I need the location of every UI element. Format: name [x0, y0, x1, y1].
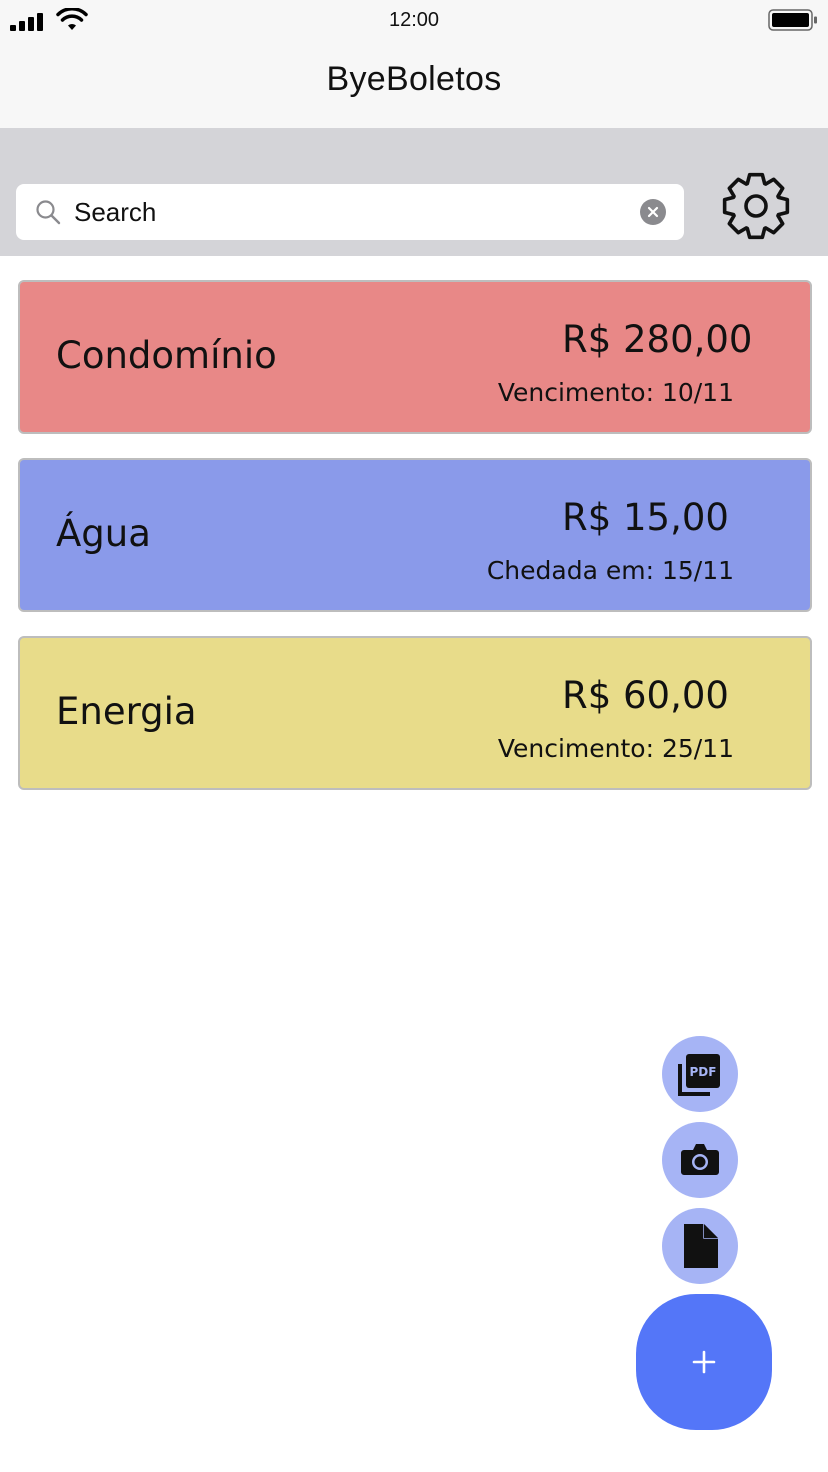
- bill-date: Vencimento: 25/11: [497, 734, 734, 763]
- bill-name: Condomínio: [56, 334, 277, 377]
- svg-text:PDF: PDF: [690, 1065, 717, 1079]
- search-icon: [36, 200, 61, 225]
- plus-icon: [692, 1350, 716, 1374]
- close-icon: [647, 206, 659, 218]
- camera-icon: [681, 1144, 719, 1175]
- bill-card-condominio[interactable]: Condomínio R$ 280,00 Vencimento: 10/11: [18, 280, 812, 434]
- take-photo-button[interactable]: [662, 1122, 738, 1198]
- bill-name: Energia: [56, 690, 197, 733]
- settings-button[interactable]: [720, 170, 792, 242]
- bill-date: Vencimento: 10/11: [497, 378, 734, 407]
- app-title: ByeBoletos: [326, 60, 502, 98]
- bill-amount: R$ 15,00: [562, 496, 729, 539]
- add-bill-fab[interactable]: [636, 1294, 772, 1430]
- bill-amount: R$ 60,00: [562, 674, 729, 717]
- bill-amount: R$ 280,00: [562, 318, 753, 361]
- search-area: [0, 128, 828, 256]
- search-bar[interactable]: [16, 184, 684, 240]
- pdf-icon: PDF: [678, 1054, 720, 1096]
- bill-card-agua[interactable]: Água R$ 15,00 Chedada em: 15/11: [18, 458, 812, 612]
- navigation-bar: ByeBoletos: [0, 40, 828, 128]
- bill-card-energia[interactable]: Energia R$ 60,00 Vencimento: 25/11: [18, 636, 812, 790]
- clear-search-button[interactable]: [640, 199, 666, 225]
- search-input[interactable]: [74, 192, 634, 232]
- bill-name: Água: [56, 512, 151, 555]
- gear-icon: [722, 172, 790, 240]
- status-bar: 12:00: [0, 0, 828, 40]
- import-pdf-button[interactable]: PDF: [662, 1036, 738, 1112]
- status-time: 12:00: [388, 9, 440, 31]
- add-document-button[interactable]: [662, 1208, 738, 1284]
- battery-icon: [768, 9, 817, 31]
- bill-date: Chedada em: 15/11: [486, 556, 734, 585]
- document-icon: [684, 1224, 718, 1268]
